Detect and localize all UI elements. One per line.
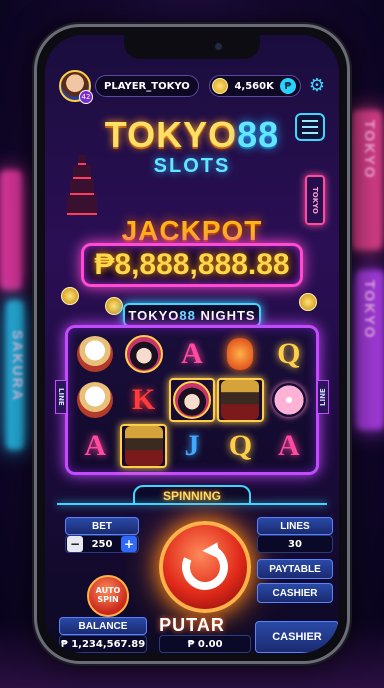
pagoda-tier [70, 179, 94, 195]
phone-notch [124, 35, 260, 59]
jackpot-amount: ₱8,888,888.88 [81, 243, 303, 287]
player-name: PLAYER_TOKYO [95, 75, 199, 97]
lines-value[interactable]: 30 [257, 535, 333, 553]
line-indicator-left: LINE [55, 380, 67, 414]
gear-icon[interactable]: ⚙ [309, 77, 325, 95]
coin-icon [61, 287, 79, 305]
auto-spin-button[interactable]: AUTO SPIN [87, 575, 129, 617]
sakura-icon [271, 383, 306, 417]
reel-symbol-samurai [120, 424, 167, 468]
status-divider [57, 503, 327, 505]
reel-symbol-letter: A [181, 337, 203, 370]
reel-symbol-samurai [217, 378, 264, 422]
reel-symbol-letter: Q [277, 337, 301, 370]
win-value: ₱ 0.00 [159, 635, 251, 653]
pagoda-tier [67, 195, 97, 215]
lucky-cat-icon [77, 336, 114, 372]
neon-sign-left-top [0, 170, 22, 290]
geisha-icon [172, 381, 211, 419]
samurai-icon [221, 380, 260, 420]
reel-symbol-letter: J [184, 429, 200, 462]
bet-decrease-button[interactable]: − [67, 536, 83, 552]
reel-symbol-lantern [217, 332, 263, 376]
cashier-button[interactable]: CASHIER [257, 583, 333, 603]
spin-button[interactable] [159, 521, 251, 613]
peso-icon: ₱ [279, 78, 296, 94]
phone-frame: 42 PLAYER_TOKYO 4,560K ₱ ⚙ TOKYO TOKYO88… [34, 24, 350, 664]
reel-symbol-letter: Q [228, 429, 253, 462]
samurai-icon [124, 426, 163, 466]
reel-symbol-lucky-cat [72, 378, 118, 422]
banner-number: 88 [179, 307, 196, 323]
coin-icon [105, 297, 123, 315]
coin-icon [212, 78, 229, 94]
level-badge: 42 [79, 90, 93, 104]
bg-sign-tokyo-bottom: TOKYO [362, 280, 378, 340]
lines-label: LINES [257, 517, 333, 535]
lucky-cat-icon [77, 382, 114, 418]
balance-label: BALANCE [59, 617, 147, 635]
title-word: TOKYO [104, 114, 238, 155]
banner-suffix: NIGHTS [200, 307, 256, 323]
bet-increase-button[interactable]: + [121, 536, 137, 552]
reel-symbol-geisha [168, 378, 216, 422]
reel-symbol-sakura [266, 378, 312, 422]
bg-sign-tokyo-top: TOKYO [362, 120, 378, 180]
banner-prefix: TOKYO [128, 307, 180, 323]
reel-symbol-geisha [120, 332, 166, 376]
paytable-button[interactable]: PAYTABLE [257, 559, 333, 579]
reel-symbol-letter: A [277, 429, 300, 462]
coin-icon [299, 293, 317, 311]
reel-symbol-letter: A [84, 429, 107, 462]
top-bar: 42 PLAYER_TOKYO 4,560K ₱ ⚙ [59, 69, 325, 104]
coin-balance[interactable]: 4,560K ₱ [209, 75, 301, 97]
coin-amount: 4,560K [234, 80, 274, 92]
camera-icon [215, 43, 222, 50]
game-screen: 42 PLAYER_TOKYO 4,560K ₱ ⚙ TOKYO TOKYO88… [45, 35, 339, 653]
avatar[interactable]: 42 [59, 70, 93, 104]
reel-symbol-lucky-cat [72, 332, 118, 376]
game-title: TOKYO88 [45, 115, 339, 155]
cashier-main-button[interactable]: CASHIER [255, 621, 339, 653]
reel-grid: AQKAJQA [65, 325, 319, 475]
status-banner: SPINNING [45, 485, 339, 505]
lantern-icon [227, 338, 254, 370]
balance-value: ₱ 1,234,567.89 [59, 635, 147, 653]
bg-sign-sakura: SAKURA [10, 330, 26, 402]
tokyo-nights-banner: TOKYO 88 NIGHTS [123, 303, 261, 327]
bet-label: BET [65, 517, 139, 535]
status-text: SPINNING [132, 485, 251, 505]
refresh-icon [175, 537, 235, 597]
game-subtitle: SLOTS [153, 155, 231, 177]
title-number: 88 [237, 114, 280, 155]
line-indicator-right: LINE [317, 380, 329, 414]
reel-symbol-letter: K [131, 383, 156, 416]
geisha-icon [124, 335, 163, 373]
